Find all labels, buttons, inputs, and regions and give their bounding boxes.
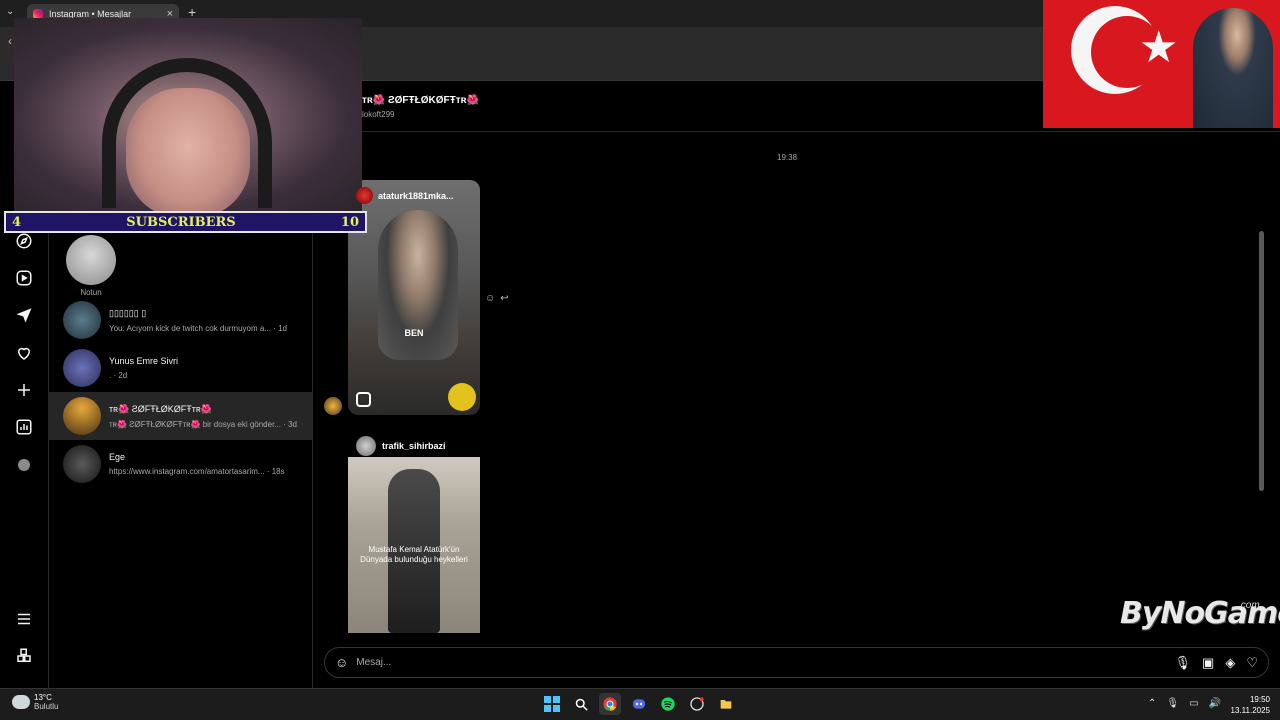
subscribers-label: SUBSCRIBERS: [126, 214, 236, 230]
subscribers-count-left: 4: [12, 214, 22, 230]
notifications-heart-icon[interactable]: [14, 343, 34, 363]
reel-icon: [356, 392, 371, 407]
post-user-avatar: [356, 187, 373, 204]
system-tray: ⌃ 🎙 ▭ 🔊: [1148, 698, 1221, 709]
tray-display-icon[interactable]: ▭: [1189, 698, 1198, 709]
sender-avatar: [324, 397, 342, 415]
explore-icon[interactable]: [14, 231, 34, 251]
like-heart-icon[interactable]: ♡: [1246, 655, 1258, 671]
shared-reel-post[interactable]: ataturk1881mka... BEN: [348, 180, 480, 415]
thread-item[interactable]: Yunus Emre Sivri . · 2d: [49, 344, 313, 392]
file-explorer-icon[interactable]: [715, 693, 737, 715]
post-username: ataturk1881mka...: [378, 190, 454, 201]
sticker-icon[interactable]: ◈: [1225, 655, 1235, 671]
discord-icon[interactable]: [628, 693, 650, 715]
portrait-image: [1193, 8, 1273, 128]
shared-post[interactable]: Mustafa Kemal Atatürk'ün Dünyada bulundu…: [348, 457, 480, 633]
subscribers-banner: 4 SUBSCRIBERS 10: [4, 211, 367, 233]
watermark-suffix: .com: [1238, 600, 1260, 611]
tray-volume-icon[interactable]: 🔊: [1209, 698, 1221, 709]
chrome-icon[interactable]: [599, 693, 621, 715]
thread-preview: ᴛʀ🌺 ƧØFŦŁØKØFŦᴛʀ🌺 bir dosya eki gönder..…: [109, 419, 297, 429]
thread-preview: . · 2d: [109, 371, 128, 380]
system-clock[interactable]: 19:50 13.11.2025: [1231, 694, 1270, 716]
clock-time: 19:50: [1249, 695, 1270, 704]
dashboard-icon[interactable]: [14, 417, 34, 437]
chat-scrollbar[interactable]: [1259, 231, 1264, 491]
react-emoji-icon[interactable]: ☺: [485, 293, 495, 304]
weather-temperature: 13°C: [34, 693, 52, 702]
obs-icon[interactable]: [686, 693, 708, 715]
my-note[interactable]: Notun: [65, 235, 117, 297]
message-actions: ☺ ↩: [485, 293, 509, 304]
turkish-flag-overlay: ★: [1043, 0, 1280, 128]
thread-item[interactable]: Ege https://www.instagram.com/amatortasa…: [49, 440, 313, 488]
thread-name: Ege: [109, 452, 126, 462]
profile-avatar-icon[interactable]: [14, 455, 34, 475]
message-composer: ☺ 🎙 ▣ ◈ ♡: [324, 647, 1269, 678]
tab-search-menu[interactable]: ⌄: [6, 6, 14, 17]
post-user: trafik_sihirbazi: [356, 436, 446, 456]
taskbar-apps: [541, 693, 737, 715]
emoji-picker-icon[interactable]: ☺: [335, 655, 348, 670]
reply-icon[interactable]: ↩: [500, 293, 508, 304]
thread-name: ▯▯▯▯▯▯ ▯: [109, 307, 147, 318]
thread-item-active[interactable]: ᴛʀ🌺 ƧØFŦŁØKØFŦᴛʀ🌺 ᴛʀ🌺 ƧØFŦŁØKØFŦᴛʀ🌺 bir …: [49, 392, 313, 440]
weather-condition: Bulutlu: [34, 702, 59, 711]
star-icon: ★: [1139, 23, 1179, 72]
create-plus-icon[interactable]: [14, 380, 34, 400]
reel-overlay-text: BEN: [404, 328, 424, 338]
post-user: ataturk1881mka...: [356, 187, 454, 204]
avatar: [63, 445, 101, 483]
post-username: trafik_sihirbazi: [382, 441, 446, 451]
tray-mic-icon[interactable]: 🎙: [1166, 698, 1179, 709]
note-avatar: [66, 235, 116, 285]
headset-icon: [102, 58, 272, 208]
avatar: [63, 397, 101, 435]
start-icon[interactable]: [541, 693, 563, 715]
chat-name[interactable]: ᴛʀ🌺 ƧØFŦŁØKØFŦᴛʀ🌺: [362, 95, 479, 106]
webcam-overlay: [14, 18, 362, 212]
chat-username: lokoft299: [362, 110, 395, 119]
search-icon[interactable]: [570, 693, 592, 715]
thread-name: Yunus Emre Sivri: [109, 356, 179, 366]
post-user-avatar: [356, 436, 376, 456]
thread-name: ᴛʀ🌺 ƧØFŦŁØKØFŦᴛʀ🌺: [109, 403, 212, 414]
message-input[interactable]: [356, 657, 1175, 668]
image-upload-icon[interactable]: ▣: [1202, 655, 1214, 671]
weather-widget[interactable]: 13°C Bulutlu: [12, 693, 58, 711]
thread-preview: https://www.instagram.com/amatortasarim.…: [109, 467, 285, 476]
more-apps-icon[interactable]: [14, 646, 34, 666]
back-icon[interactable]: ‹: [8, 34, 12, 48]
spotify-icon[interactable]: [657, 693, 679, 715]
message-timestamp: 19:38: [777, 153, 798, 162]
voice-message-icon[interactable]: 🎙: [1175, 655, 1192, 671]
messages-icon[interactable]: [14, 305, 34, 325]
reels-icon[interactable]: [14, 268, 34, 288]
avatar: [63, 301, 101, 339]
cloud-icon: [12, 695, 30, 709]
thread-preview: You: Acıyom kick de twitch cok durmuyom …: [109, 323, 287, 333]
windows-taskbar: 13°C Bulutlu ⌃ 🎙 ▭ 🔊 19:50 13.11.2025: [0, 688, 1280, 720]
menu-hamburger-icon[interactable]: [14, 609, 34, 629]
clock-date: 13.11.2025: [1230, 706, 1270, 715]
subscribers-count-right: 10: [340, 214, 359, 230]
tray-chevron-icon[interactable]: ⌃: [1148, 698, 1156, 709]
post-caption: Mustafa Kemal Atatürk'ün Dünyada bulundu…: [360, 545, 468, 564]
thread-item[interactable]: ▯▯▯▯▯▯ ▯ You: Acıyom kick de twitch cok …: [49, 296, 313, 344]
avatar: [63, 349, 101, 387]
sticker-image: [448, 383, 476, 411]
